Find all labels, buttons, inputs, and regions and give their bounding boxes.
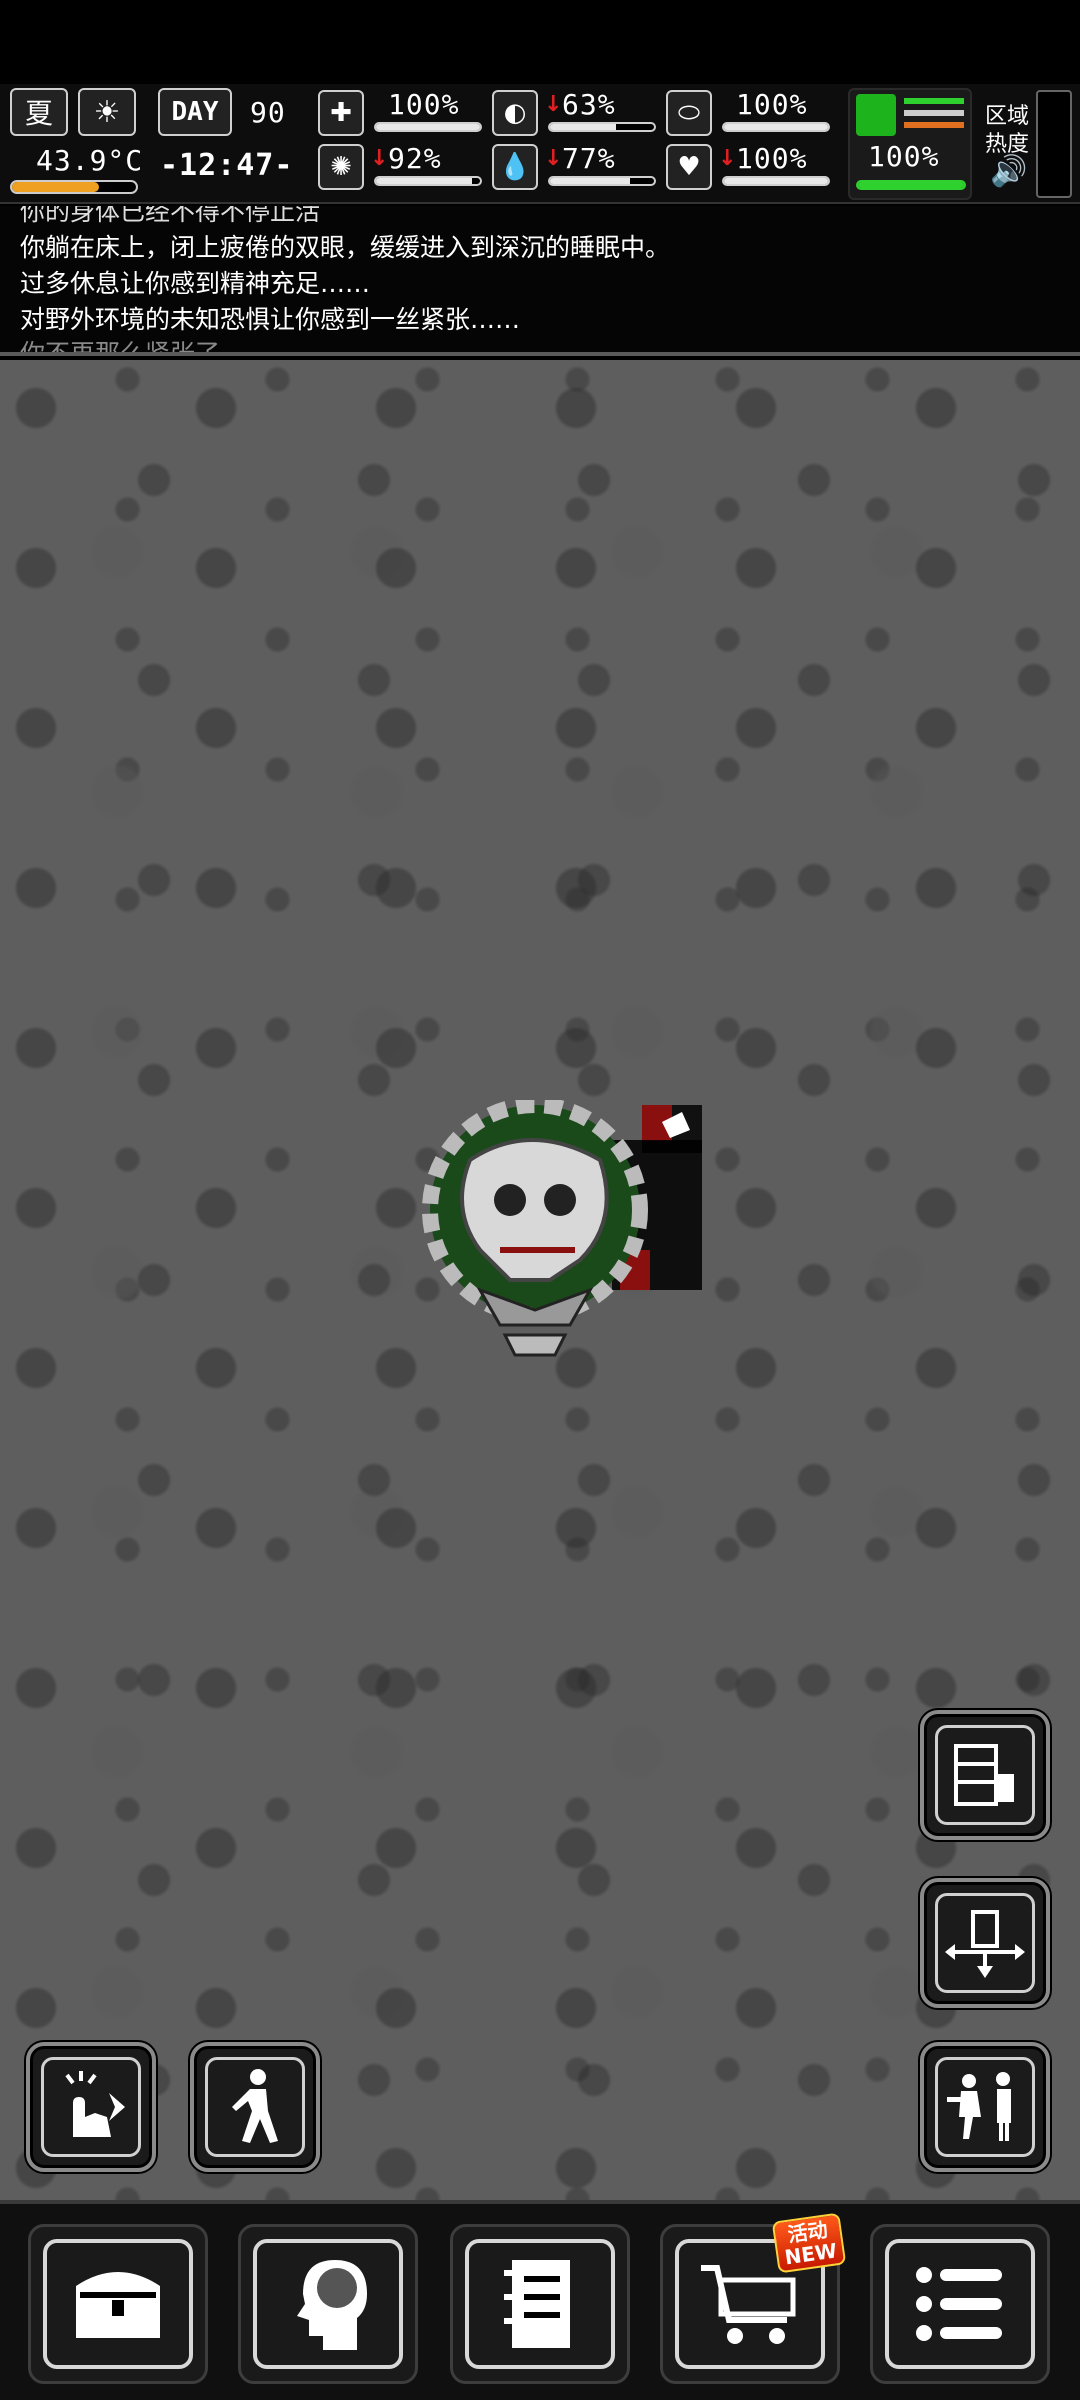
temperature-bar <box>10 180 138 194</box>
log-line: 你不再那么紧张了…… <box>20 339 271 356</box>
walking-person-icon <box>205 2057 305 2157</box>
chest-icon <box>43 2239 193 2369</box>
log-line: 你躺在床上，闭上疲倦的双眼，缓缓进入到深沉的睡眠中。 <box>20 233 671 262</box>
cabinet-brush-icon <box>935 1725 1035 1825</box>
temperature-value: 43.9°C <box>36 144 144 177</box>
hunger-value: 63% <box>562 88 616 121</box>
heart-icon: ♥ <box>666 144 712 190</box>
heart-bar <box>722 176 830 186</box>
speaker-icon[interactable]: 🔊 <box>990 154 1027 189</box>
move-furniture-button[interactable] <box>920 1878 1050 2008</box>
walk-mode-button[interactable] <box>190 2042 320 2172</box>
log-line: 你的身体已经不得不停止活 <box>20 206 321 226</box>
event-new-badge: 活动 NEW <box>771 2212 847 2274</box>
hand-tap-icon <box>41 2057 141 2157</box>
phone-status-bar <box>0 0 1080 84</box>
journal-button[interactable] <box>450 2224 630 2384</box>
pill-bar <box>722 122 830 132</box>
soldier-swap-icon <box>935 2057 1035 2157</box>
world-map[interactable] <box>0 360 1080 2200</box>
trend-down-arrow-icon: ↓ <box>544 92 563 117</box>
water-drop-icon: 💧 <box>492 144 538 190</box>
stomach-icon: ◐ <box>492 90 538 136</box>
day-badge: DAY <box>158 88 232 136</box>
heart-value: 100% <box>736 142 808 175</box>
health-bar <box>374 122 482 132</box>
skills-brain-button[interactable] <box>238 2224 418 2384</box>
combat-swap-button[interactable] <box>920 2042 1050 2172</box>
cabinet-move-arrows-icon <box>935 1893 1035 1993</box>
log-line: 过多休息让你感到精神充足…… <box>20 269 371 298</box>
stamina-value: 100% <box>868 140 940 173</box>
brain-icon: ✺ <box>318 144 364 190</box>
health-value: 100% <box>388 88 460 121</box>
interact-button[interactable] <box>26 2042 156 2172</box>
head-brain-icon <box>253 2239 403 2369</box>
notebook-icon <box>465 2239 615 2369</box>
thirst-value: 77% <box>562 142 616 175</box>
trend-down-arrow-icon: ↓ <box>544 146 563 171</box>
inventory-chest-button[interactable] <box>28 2224 208 2384</box>
season-tile: 夏 <box>10 88 68 136</box>
stamina-panel: 100% <box>848 88 972 200</box>
boot-icon <box>856 94 896 136</box>
message-log[interactable]: 你的身体已经不得不停止活 你躺在床上，闭上疲倦的双眼，缓缓进入到深沉的睡眠中。 … <box>0 206 1080 356</box>
hunger-bar <box>548 122 656 132</box>
menu-list-icon <box>885 2239 1035 2369</box>
sanity-value: 92% <box>388 142 442 175</box>
season-label: 夏 <box>24 97 53 130</box>
clock-display: -12:47- <box>160 148 294 183</box>
skull-emblem-icon[interactable] <box>380 1100 760 1460</box>
trend-down-arrow-icon: ↓ <box>718 146 737 171</box>
trend-down-arrow-icon: ↓ <box>370 146 389 171</box>
sanity-bar <box>374 176 482 186</box>
bottom-menu-bar: 活动 NEW <box>0 2200 1080 2400</box>
sun-icon: ☀ <box>78 88 136 136</box>
pill-value: 100% <box>736 88 808 121</box>
main-menu-button[interactable] <box>870 2224 1050 2384</box>
build-furniture-button[interactable] <box>920 1710 1050 1840</box>
log-line: 对野外环境的未知恐惧让你感到一丝紧张…… <box>20 305 521 334</box>
medkit-icon: ✚ <box>318 90 364 136</box>
thirst-bar <box>548 176 656 186</box>
zone-heat-meter <box>1036 90 1072 198</box>
hud-panel: 夏 ☀ 43.9°C DAY 90 -12:47- ✚ 100% ◐ ↓ 63% ⬭ 100… <box>0 84 1080 204</box>
pill-icon: ⬭ <box>666 90 712 136</box>
stamina-bar <box>856 180 966 190</box>
day-number: 90 <box>250 96 286 129</box>
shop-cart-button[interactable]: 活动 NEW <box>660 2212 847 2384</box>
